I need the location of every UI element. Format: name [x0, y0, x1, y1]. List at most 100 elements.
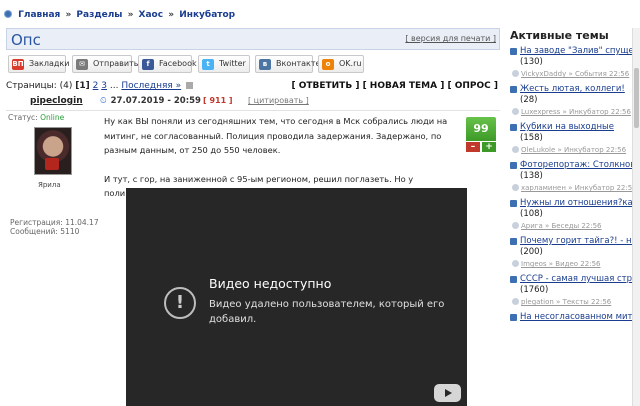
user-icon [512, 184, 519, 191]
post-date: ⏲ 27.07.2019 - 20:59 [100, 96, 201, 106]
pager-label: Страницы: [6, 81, 57, 91]
bookmark-icon: ВП [12, 59, 24, 70]
sidebar-topic-link[interactable]: Нужны ли отношения?как понять что ты и о… [510, 198, 640, 209]
score-value: 99 [466, 117, 496, 141]
pager-last-icon [186, 82, 194, 89]
avatar-detail [45, 158, 59, 170]
sidebar-topic-meta-text[interactable]: OleLukole » Инкубатор 22:56 [521, 146, 626, 154]
sidebar-topic-link[interactable]: Почему горит тайга?! - новосибирский жур… [510, 236, 640, 247]
home-bullet-icon [4, 10, 12, 18]
user-icon [512, 298, 519, 305]
facebook-button[interactable]: f Facebook [138, 55, 197, 73]
pager-page-3[interactable]: 3 [101, 81, 107, 91]
vk-label: Вконтакте [276, 59, 321, 68]
user-icon [512, 260, 519, 267]
breadcrumb: Главная » Разделы » Хаос » Инкубатор [4, 10, 235, 20]
sidebar-topic: Кубики на выходные (158) OleLukole » Инк… [510, 122, 640, 156]
user-icon [512, 108, 519, 115]
ok-label: OK.ru [339, 59, 362, 68]
send-button[interactable]: ✉ Отправить [72, 55, 138, 73]
vote-minus-button[interactable]: – [466, 142, 480, 152]
pager-ellipsis: ... [109, 81, 119, 91]
pager-current: [1] [75, 81, 90, 91]
sidebar-topic: На несогласованном митинге в Москве заде… [510, 312, 640, 323]
user-status: Статус: Online [8, 113, 64, 122]
video-description: Видео удалено пользователем, который его… [209, 299, 445, 325]
post-date-text: 27.07.2019 - 20:59 [110, 96, 201, 106]
ok-icon: о [322, 59, 334, 70]
topic-title: Опс [11, 31, 41, 49]
sidebar-topic-meta-text[interactable]: Luxexpress » Инкубатор 22:56 [521, 108, 631, 116]
pager-count: (4) [59, 81, 73, 91]
post-header: pipeclogin ⏲ 27.07.2019 - 20:59 [ 911 ] [… [6, 95, 500, 111]
user-messages: Сообщений: 5110 [10, 227, 80, 236]
clock-icon: ⏲ [100, 96, 107, 106]
facebook-label: Facebook [159, 59, 197, 68]
sidebar-topic-meta-text[interactable]: VickyxDaddy » События 22:56 [521, 70, 629, 78]
sidebar-topic-link[interactable]: Жесть лютая, коллеги! [510, 84, 640, 95]
scrollbar-thumb[interactable] [634, 68, 639, 128]
post-author[interactable]: pipeclogin [30, 96, 83, 106]
youtube-icon[interactable] [434, 384, 461, 402]
scrollbar[interactable] [632, 28, 640, 406]
post-score: 99 – + [466, 117, 496, 152]
sidebar-topic-meta-text[interactable]: Арига » Беседы 22:56 [521, 222, 602, 230]
sidebar-topic-meta: Luxexpress » Инкубатор 22:56 [510, 106, 640, 118]
bookmarks-label: Закладки [29, 59, 70, 68]
breadcrumb-incubator[interactable]: Инкубатор [179, 10, 235, 20]
status-value: Online [40, 113, 65, 122]
breadcrumb-sections[interactable]: Разделы [76, 10, 122, 20]
post-paragraph-1: Ну как ВЫ поняли из сегодняшних тем, что… [104, 116, 448, 155]
sidebar-topic: Нужны ли отношения?как понять что ты и о… [510, 198, 640, 232]
pager-last[interactable]: Последняя » [121, 81, 181, 91]
sidebar-topic-link[interactable]: Кубики на выходные [510, 122, 640, 133]
video-player[interactable]: ! Видео недоступно Видео удалено пользов… [126, 188, 467, 406]
share-bar: ВП Закладки ✉ Отправить f Facebook t Twi… [6, 55, 500, 75]
mail-icon: ✉ [76, 59, 88, 70]
breadcrumb-separator: » [65, 10, 72, 20]
sidebar-topic: СССР - самая лучшая страна на свете (176… [510, 274, 640, 308]
sidebar-topic-count: (28) [520, 95, 538, 105]
sidebar-title: Активные темы [510, 29, 609, 42]
breadcrumb-home[interactable]: Главная [18, 10, 60, 20]
sidebar-topic-count: (1760) [520, 285, 549, 295]
sidebar-topic-meta: харламинен » Инкубатор 22:56 [510, 182, 640, 194]
send-label: Отправить [93, 59, 139, 68]
vk-button[interactable]: в Вконтакте [255, 55, 320, 73]
sidebar-topic-link[interactable]: На заводе "Залив" спущен на воду пассажи… [510, 46, 640, 57]
sidebar-topic-meta-text[interactable]: plegation » Тексты 22:56 [521, 298, 611, 306]
sidebar-topic-count: (130) [520, 57, 543, 67]
sidebar-topic-count: (200) [520, 247, 543, 257]
breadcrumb-chaos[interactable]: Хаос [139, 10, 164, 20]
bookmarks-button[interactable]: ВП Закладки [8, 55, 70, 73]
user-registration: Регистрация: 11.04.17 [10, 218, 99, 227]
user-icon [512, 70, 519, 77]
quote-link[interactable]: [ цитировать ] [248, 96, 309, 105]
user-icon [512, 146, 519, 153]
print-version-link[interactable]: [ версия для печати ] [405, 34, 496, 43]
sidebar-topic-meta: Арига » Беседы 22:56 [510, 220, 640, 232]
unavailable-icon: ! [164, 287, 196, 319]
twitter-button[interactable]: t Twitter [198, 55, 250, 73]
sidebar-topic: Жесть лютая, коллеги! (28) Luxexpress » … [510, 84, 640, 118]
sidebar-topic: Фоторепортаж: Столкновения с ОМОНом и за… [510, 160, 640, 194]
sidebar-topic-count: (158) [520, 133, 543, 143]
active-topics-sidebar: Активные темы На заводе "Залив" спущен н… [506, 28, 640, 406]
ok-button[interactable]: о OK.ru [318, 55, 364, 73]
topic-actions[interactable]: [ ОТВЕТИТЬ ] [ НОВАЯ ТЕМА ] [ ОПРОС ] [291, 81, 498, 91]
vote-plus-button[interactable]: + [482, 142, 496, 152]
user-icon [512, 222, 519, 229]
status-label: Статус: [8, 113, 38, 122]
post-number[interactable]: [ 911 ] [203, 96, 233, 105]
sidebar-topic-meta-text[interactable]: Imgeos » Видео 22:56 [521, 260, 600, 268]
sidebar-topic-meta-text[interactable]: харламинен » Инкубатор 22:56 [521, 184, 637, 192]
sidebar-topic-meta: OleLukole » Инкубатор 22:56 [510, 144, 640, 156]
sidebar-topic-link[interactable]: Фоторепортаж: Столкновения с ОМОНом и за… [510, 160, 640, 171]
sidebar-topic-link[interactable]: На несогласованном митинге в Москве заде… [510, 312, 640, 323]
avatar[interactable] [34, 127, 72, 175]
pager-page-2[interactable]: 2 [93, 81, 99, 91]
sidebar-topic-link[interactable]: СССР - самая лучшая страна на свете [510, 274, 640, 285]
breadcrumb-separator: » [127, 10, 134, 20]
facebook-icon: f [142, 59, 154, 70]
sidebar-topic-meta: Imgeos » Видео 22:56 [510, 258, 640, 270]
